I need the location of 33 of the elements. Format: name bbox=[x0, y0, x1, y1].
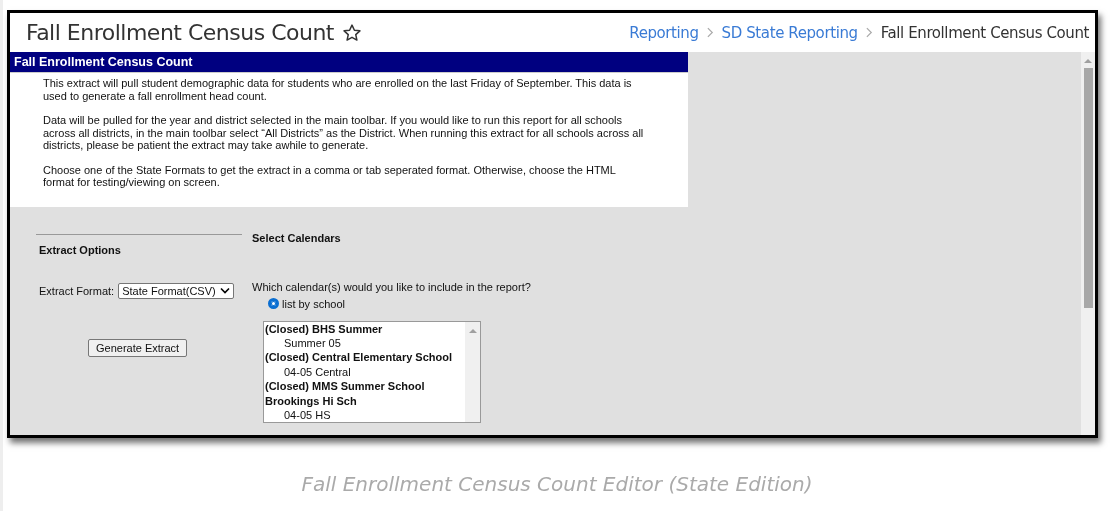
format-label: Extract Format: bbox=[39, 284, 115, 297]
page-title: Fall Enrollment Census Count bbox=[26, 20, 334, 45]
breadcrumb-link[interactable]: SD State Reporting bbox=[721, 23, 858, 42]
panel-title: Fall Enrollment Census Count bbox=[10, 52, 688, 73]
list-option[interactable]: 04-05 Central bbox=[264, 364, 465, 380]
scroll-up-icon[interactable] bbox=[1084, 58, 1092, 63]
section-heading: Select Calendars bbox=[252, 231, 341, 244]
caret-icon bbox=[219, 287, 230, 294]
description-paragraph: Data will be pulled for the year and district selected in the main toolbar. If you would like to run this report for all schools across all districts, in the main toolbar select “All Districts” as the District. When running this extract for all schools across all districts, please be patient the extract may take awhile to generate. bbox=[43, 114, 645, 152]
description-paragraph: Choose one of the State Formats to get the extract in a comma or tab seperated format. Otherwise, choose the HTML format for testing/viewing on screen. bbox=[43, 163, 617, 189]
figure-caption: Fall Enrollment Census Count Editor (State Edition) bbox=[300, 472, 814, 496]
radio-label: list by school bbox=[282, 297, 345, 310]
scroll-up-icon[interactable] bbox=[468, 327, 477, 333]
list-option[interactable]: Summer 05 bbox=[264, 335, 465, 351]
description-paragraph: This extract will pull student demographic data for students who are enrolled on the last Friday of September. This data is used to generate a fall enrollment head count. bbox=[43, 77, 633, 102]
generate-extract-button[interactable]: Generate Extract bbox=[88, 338, 188, 357]
calendar-question: Which calendar(s) would you like to include in the report? bbox=[252, 280, 531, 293]
list-option[interactable]: (Closed) BHS Summer bbox=[264, 321, 465, 336]
breadcrumb-link[interactable]: Reporting bbox=[629, 23, 699, 42]
list-option[interactable]: (Closed) MMS Summer School bbox=[264, 379, 465, 394]
scrollbar[interactable] bbox=[465, 321, 480, 422]
scrollbar[interactable] bbox=[1081, 52, 1095, 435]
chevron-icon bbox=[865, 27, 873, 38]
list-option[interactable]: (Closed) Central Elementary School bbox=[264, 350, 465, 365]
list-option[interactable]: 04-05 HS bbox=[264, 407, 465, 422]
section-heading: Extract Options bbox=[39, 243, 121, 256]
list-option[interactable]: Brookings Hi Sch bbox=[264, 393, 465, 408]
radio-button[interactable] bbox=[268, 298, 279, 309]
format-select[interactable]: State Format(CSV) bbox=[118, 282, 234, 299]
star-icon[interactable] bbox=[342, 22, 362, 43]
chevron-icon bbox=[706, 27, 714, 38]
breadcrumb-current: Fall Enrollment Census Count bbox=[880, 23, 1089, 42]
calendar-listbox[interactable]: (Closed) BHS Summer Summer 05 (Closed) Central Elementary School 04-05 Central (Closed) MMS Summer School Brookings Hi Sch 04-05 HS bbox=[263, 320, 481, 423]
